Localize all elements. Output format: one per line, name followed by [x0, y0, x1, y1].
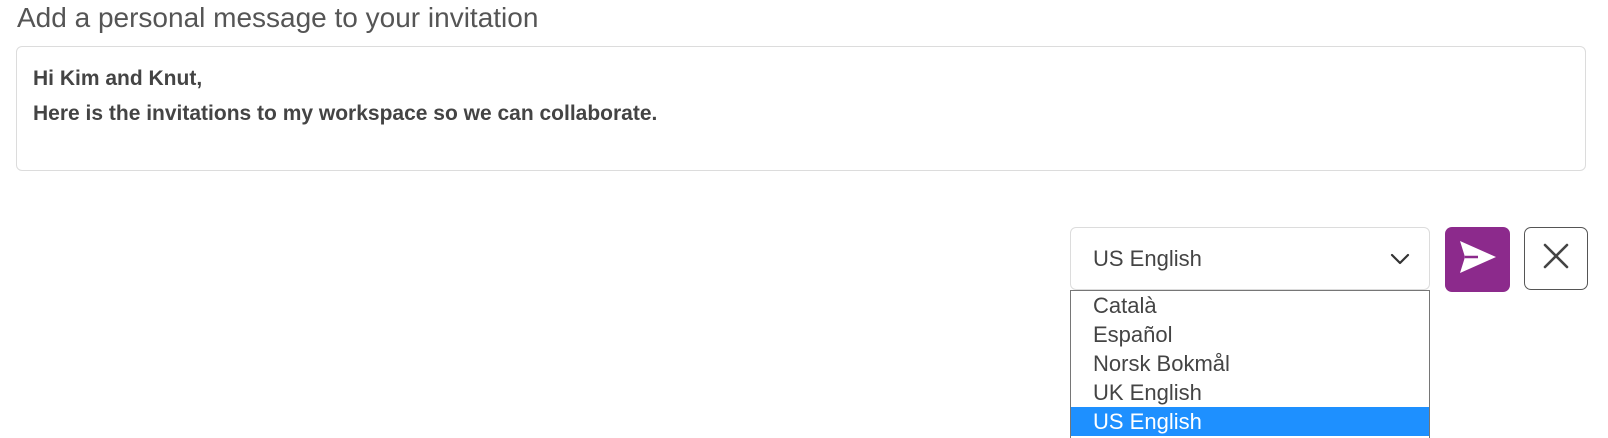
language-option-uk-english[interactable]: UK English [1071, 378, 1429, 407]
message-heading: Add a personal message to your invitatio… [17, 2, 539, 33]
language-option-catala[interactable]: Català [1071, 291, 1429, 320]
language-select-value: US English [1093, 245, 1202, 271]
language-option-norsk-bokmal[interactable]: Norsk Bokmål [1071, 349, 1429, 378]
send-button[interactable] [1445, 227, 1510, 292]
close-button[interactable] [1524, 227, 1588, 290]
send-icon [1458, 239, 1498, 280]
language-option-us-english[interactable]: US English [1071, 407, 1429, 436]
language-select[interactable]: US English [1070, 227, 1430, 290]
personal-message-textarea[interactable]: Hi Kim and Knut, Here is the invitations… [16, 46, 1586, 171]
message-line: Here is the invitations to my workspace … [33, 102, 658, 125]
chevron-down-icon [1389, 248, 1411, 270]
language-dropdown-list: Català Español Norsk Bokmål UK English U… [1070, 290, 1430, 438]
close-icon [1542, 242, 1570, 275]
message-line: Hi Kim and Knut, [33, 67, 203, 90]
language-option-espanol[interactable]: Español [1071, 320, 1429, 349]
